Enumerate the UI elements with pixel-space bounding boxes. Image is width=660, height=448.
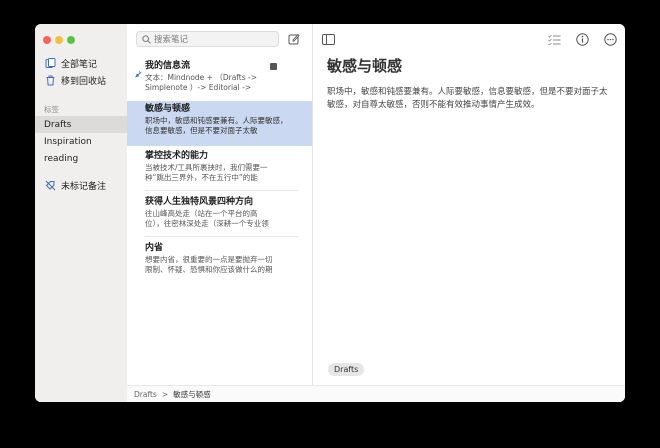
note-preview: 想要内省，很重要的一点是要抛弃一切 限制、怀疑、恐惧和你应该做什么的期 <box>145 255 273 274</box>
notes-icon <box>45 58 56 69</box>
note-title: 获得人生独特风景四种方向 <box>145 197 254 207</box>
breadcrumb: Drafts > 敏感与顿感 <box>127 385 625 402</box>
sidebar-item-label: 移到回收站 <box>61 77 107 87</box>
note-heading[interactable]: 敏感与顿感 <box>327 55 402 76</box>
sidebar-tag-drafts[interactable]: Drafts <box>35 116 127 133</box>
sidebar-item-trash[interactable]: 移到回收站 <box>35 72 127 89</box>
sidebar-item-label: 未标记备注 <box>61 182 107 192</box>
note-title: 敏感与顿感 <box>145 104 191 114</box>
zoom-button[interactable] <box>67 36 75 44</box>
sidebar-item-untagged[interactable]: 未标记备注 <box>35 177 127 194</box>
tag-chip[interactable]: Drafts <box>328 363 365 376</box>
breadcrumb-parent[interactable]: Drafts <box>134 390 157 399</box>
note-preview: 文本：Mindnode + （Drafts -> Simplenote ）-> … <box>145 73 258 92</box>
list-item[interactable]: 掌控技术的能力 当被技术/工具所裹挟时，我们需要一 种“跳出三界外，不在五行中”… <box>127 148 312 190</box>
app-window: 全部笔记 移到回收站 标签 Drafts Inspiration reading… <box>35 24 625 402</box>
more-options-icon[interactable] <box>603 32 617 46</box>
search-input[interactable]: 搜索笔记 <box>136 31 279 47</box>
note-title: 内省 <box>145 243 164 253</box>
compose-icon[interactable] <box>288 33 300 45</box>
pinned-badge-icon <box>270 63 277 70</box>
minimize-button[interactable] <box>55 36 63 44</box>
note-body-text[interactable]: 职场中，敏感和钝感要兼有。人际要敏感，信息要敏感，但是不要对面子太敏感，对自尊太… <box>327 86 610 112</box>
search-icon <box>142 34 151 44</box>
search-placeholder: 搜索笔记 <box>154 35 189 45</box>
note-title: 掌控技术的能力 <box>145 151 209 161</box>
sidebar-item-all-notes[interactable]: 全部笔记 <box>35 55 127 72</box>
note-list: 搜索笔记 我的信息流 文本：Mindnode + （Drafts -> Simp… <box>127 24 313 402</box>
checklist-icon[interactable] <box>547 32 561 46</box>
list-item[interactable]: 我的信息流 文本：Mindnode + （Drafts -> Simplenot… <box>127 58 312 98</box>
trash-icon <box>45 75 56 86</box>
list-item[interactable]: 敏感与顿感 职场中，敏感和钝感要兼有。人际要敏感， 信息要敏感，但是不要对面子太… <box>127 101 312 146</box>
pin-icon <box>134 63 142 82</box>
breadcrumb-separator: > <box>161 389 169 399</box>
editor-pane: 敏感与顿感 职场中，敏感和钝感要兼有。人际要敏感，信息要敏感，但是不要对面子太敏… <box>313 24 625 402</box>
sidebar-tag-inspiration[interactable]: Inspiration <box>35 133 127 150</box>
note-preview: 往山峰高处走（站在一个平台的高 位），往密林深处走（深耕一个专业领 <box>145 209 269 228</box>
untagged-icon <box>45 180 56 191</box>
sidebar: 全部笔记 移到回收站 标签 Drafts Inspiration reading… <box>35 24 128 402</box>
breadcrumb-current: 敏感与顿感 <box>173 389 211 399</box>
window-controls <box>43 36 75 44</box>
list-item[interactable]: 获得人生独特风景四种方向 往山峰高处走（站在一个平台的高 位），往密林深处走（深… <box>127 194 312 236</box>
sidebar-item-label: 全部笔记 <box>61 60 98 70</box>
list-item[interactable]: 内省 想要内省，很重要的一点是要抛弃一切 限制、怀疑、恐惧和你应该做什么的期 <box>127 240 312 282</box>
note-preview: 职场中，敏感和钝感要兼有。人际要敏感， 信息要敏感，但是不要对面子太敏 <box>145 116 288 135</box>
divider <box>145 236 298 237</box>
sidebar-toggle-icon[interactable] <box>321 32 335 46</box>
tags-header: 标签 <box>44 105 59 114</box>
close-button[interactable] <box>43 36 51 44</box>
info-icon[interactable] <box>575 32 589 46</box>
divider <box>145 190 298 191</box>
note-preview: 当被技术/工具所裹挟时，我们需要一 种“跳出三界外，不在五行中”的能 <box>145 163 268 182</box>
sidebar-tag-reading[interactable]: reading <box>35 150 127 167</box>
